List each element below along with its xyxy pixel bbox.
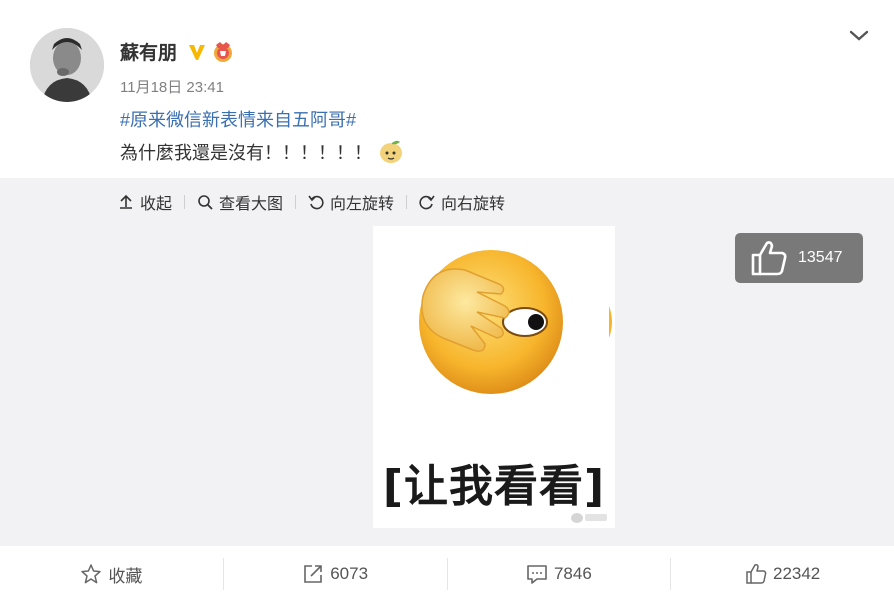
favorite-label: 收藏 — [108, 566, 143, 586]
rotate-right-label: 向右旋转 — [441, 196, 506, 213]
action-bar: 收藏 6073 7846 22342 — [0, 546, 894, 602]
image-caption: [让我看看] — [382, 461, 606, 512]
collapse-button[interactable]: 收起 — [118, 190, 172, 214]
share-icon — [304, 565, 323, 583]
topic-text[interactable]: #原来微信新表情来自五阿哥# — [120, 110, 356, 130]
like-count: 22342 — [772, 564, 821, 583]
comment-button[interactable]: 7846 — [446, 558, 671, 590]
post-text: 為什麼我還是沒有！！！！！！ — [120, 143, 372, 163]
chevron-down-icon[interactable] — [848, 28, 870, 44]
rotate-left-icon — [308, 195, 324, 210]
media-toolbar: 收起 查看大图 向左旋转 向右旋转 — [118, 190, 505, 214]
thumbs-up-icon — [746, 564, 767, 584]
like-button[interactable]: 22342 — [670, 558, 894, 590]
view-large-label: 查看大图 — [219, 196, 284, 213]
mango-emoji-icon — [378, 139, 404, 165]
rotate-right-button[interactable]: 向右旋转 — [419, 190, 505, 214]
view-large-button[interactable]: 查看大图 — [197, 190, 283, 214]
search-icon — [198, 195, 213, 210]
repost-count: 6073 — [330, 564, 369, 583]
thumbs-up-icon — [751, 241, 787, 276]
post-content: 為什麼我還是沒有！！！！！！ — [120, 139, 404, 165]
toolbar-divider — [184, 195, 186, 209]
author-row: 蘇有朋 — [120, 38, 235, 65]
toolbar-divider — [406, 195, 408, 209]
collapse-label: 收起 — [140, 196, 173, 213]
avatar[interactable] — [30, 28, 104, 102]
star-icon — [81, 564, 102, 584]
post-timestamp[interactable]: 11月18日 23:41 — [120, 76, 224, 97]
post-image[interactable]: [让我看看] — [373, 226, 615, 528]
rotate-right-icon — [419, 195, 435, 210]
topic-link[interactable]: #原来微信新表情来自五阿哥# — [120, 106, 356, 132]
watermark-icon — [571, 513, 607, 523]
floating-like-button[interactable]: 13547 — [735, 233, 863, 283]
rotate-left-button[interactable]: 向左旋转 — [308, 190, 394, 214]
toolbar-divider — [295, 195, 297, 209]
verified-badge-icon — [187, 42, 207, 62]
arrow-up-icon — [120, 194, 132, 209]
comment-count: 7846 — [553, 564, 592, 583]
repost-button[interactable]: 6073 — [222, 558, 447, 590]
peek-emoji-illustration — [419, 250, 612, 394]
rotate-left-label: 向左旋转 — [330, 196, 395, 213]
favorite-button[interactable]: 收藏 — [0, 558, 223, 590]
member-medal-icon — [211, 41, 235, 63]
media-panel: 收起 查看大图 向左旋转 向右旋转 [让我看看] 13547 — [0, 178, 894, 546]
author-name[interactable]: 蘇有朋 — [120, 38, 177, 65]
floating-like-count: 13547 — [798, 249, 843, 266]
comment-icon — [527, 565, 547, 584]
